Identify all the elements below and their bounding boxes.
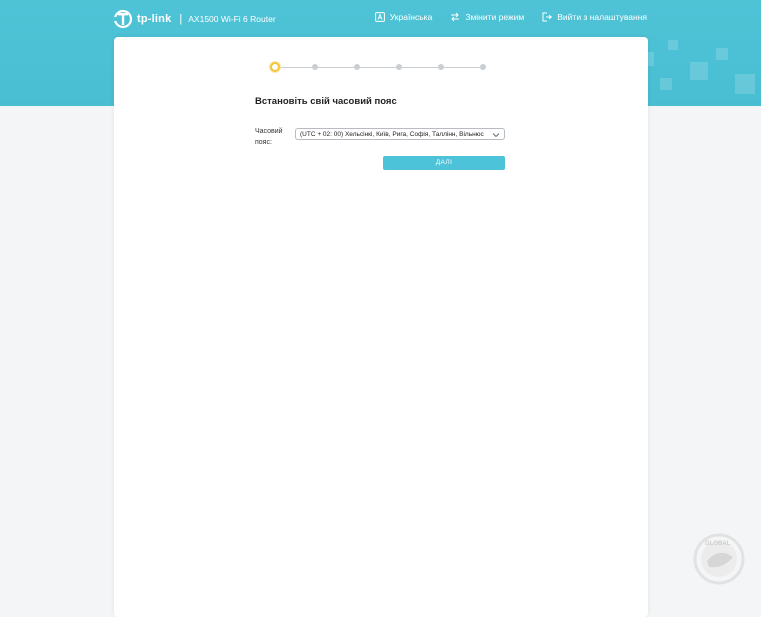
decor-square bbox=[690, 62, 708, 80]
tp-link-logo-icon bbox=[112, 9, 133, 29]
language-icon bbox=[374, 12, 385, 22]
language-button[interactable]: Українська bbox=[374, 12, 433, 22]
switch-mode-icon bbox=[451, 12, 460, 22]
timezone-select[interactable]: (UTC + 02: 00) Хельсінкі, Київ, Рига, Со… bbox=[295, 128, 505, 140]
next-button[interactable]: ДАЛІ bbox=[383, 156, 505, 170]
wizard-card: Встановіть свій часовий пояс Часовий поя… bbox=[114, 37, 648, 617]
site-watermark-logo: GLOBAL bbox=[693, 533, 745, 585]
stepper-connector bbox=[402, 66, 438, 68]
stepper-step bbox=[480, 64, 486, 70]
header-actions: Українська Змінити режим Вийти з налашту… bbox=[374, 12, 647, 22]
router-model: AX1500 Wi-Fi 6 Router bbox=[188, 14, 276, 24]
logout-label: Вийти з налаштування bbox=[557, 12, 647, 22]
timezone-label: Часовий пояс: bbox=[255, 128, 283, 146]
logout-button[interactable]: Вийти з налаштування bbox=[542, 12, 647, 22]
chevron-down-icon bbox=[492, 133, 500, 138]
change-mode-button[interactable]: Змінити режим bbox=[450, 12, 524, 22]
stepper-connector bbox=[360, 66, 396, 68]
stepper-step bbox=[354, 64, 360, 70]
decor-square bbox=[716, 48, 728, 60]
progress-stepper bbox=[270, 62, 490, 72]
stepper-step bbox=[396, 64, 402, 70]
stepper-step bbox=[438, 64, 444, 70]
stepper-connector bbox=[276, 66, 312, 68]
brand-logo: tp-link | AX1500 Wi-Fi 6 Router bbox=[112, 9, 276, 29]
timezone-selected-value: (UTC + 02: 00) Хельсінкі, Київ, Рига, Со… bbox=[300, 131, 484, 138]
watermark-text: GLOBAL bbox=[705, 541, 731, 547]
decor-square bbox=[735, 74, 755, 94]
stepper-connector bbox=[444, 66, 480, 68]
decor-square bbox=[660, 78, 672, 90]
top-header: tp-link | AX1500 Wi-Fi 6 Router Українсь… bbox=[0, 0, 761, 38]
language-label: Українська bbox=[389, 12, 433, 22]
stepper-connector bbox=[318, 66, 354, 68]
decor-square bbox=[668, 40, 678, 50]
brand-name: tp-link bbox=[137, 13, 172, 25]
stepper-step-current bbox=[270, 62, 280, 72]
stepper-step bbox=[312, 64, 318, 70]
change-mode-label: Змінити режим bbox=[465, 12, 525, 22]
header-divider: | bbox=[179, 13, 183, 25]
logout-icon bbox=[542, 12, 553, 22]
page-title: Встановіть свій часовий пояс bbox=[255, 96, 397, 107]
